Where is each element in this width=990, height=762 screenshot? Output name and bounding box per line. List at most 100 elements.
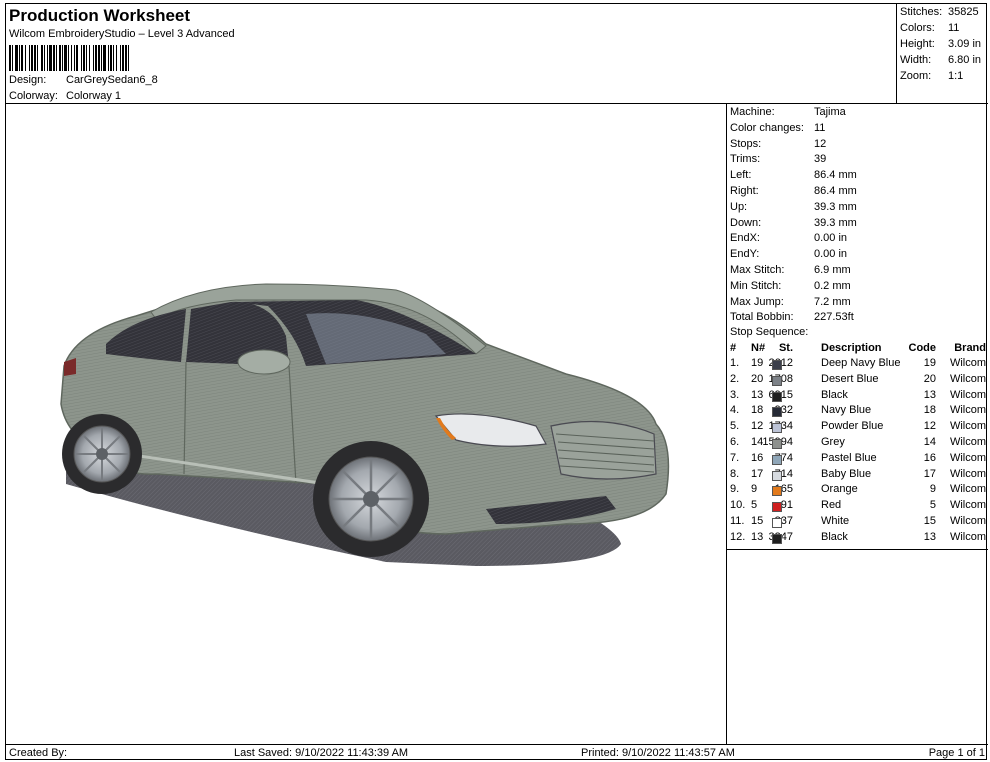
stop-row: 4. 18 932 Navy Blue 18 Wilcom bbox=[727, 404, 988, 420]
stop-needle: 15 bbox=[751, 514, 764, 527]
stop-description: Deep Navy Blue bbox=[821, 357, 901, 369]
stop-needle: 16 bbox=[751, 451, 764, 464]
machine-label: Total Bobbin: bbox=[730, 311, 794, 324]
stop-sequence-header: # N# St. Description Code Brand bbox=[727, 342, 988, 357]
stop-code: 13 bbox=[923, 388, 936, 401]
machine-value: 0.00 in bbox=[814, 232, 848, 245]
car-embroidery-image bbox=[60, 283, 670, 566]
stat-label: Width: bbox=[900, 54, 932, 66]
machine-row: Down: 39.3 mm bbox=[730, 217, 857, 229]
stop-needle: 14 bbox=[751, 435, 764, 448]
stop-row: 3.136915Black13Wilcom bbox=[727, 389, 988, 405]
stop-index: 7. bbox=[730, 451, 740, 464]
machine-row: EndX: 0.00 in bbox=[730, 232, 847, 244]
color-swatch bbox=[772, 438, 782, 449]
stop-code: 16 bbox=[923, 451, 936, 464]
machine-label: Trims: bbox=[730, 153, 761, 166]
stop-row: 7. 16 774 Pastel Blue 16 Wilcom bbox=[727, 452, 988, 468]
stat-label: Stitches: bbox=[900, 6, 943, 18]
stop-needle: 5 bbox=[751, 499, 758, 512]
machine-label: Left: bbox=[730, 169, 752, 182]
machine-row: Max Jump: 7.2 mm bbox=[730, 296, 851, 308]
stop-row: 1.192612Deep Navy Blue19Wilcom bbox=[727, 357, 988, 373]
machine-value: 6.9 mm bbox=[814, 264, 851, 276]
machine-label: Right: bbox=[730, 185, 759, 197]
stop-index: 6. bbox=[730, 435, 740, 448]
color-swatch bbox=[772, 502, 782, 513]
stop-row: 2.201708Desert Blue20Wilcom bbox=[727, 373, 988, 389]
color-swatch bbox=[772, 375, 782, 386]
stop-brand: Wilcom bbox=[949, 530, 986, 543]
stop-code: 20 bbox=[923, 372, 936, 385]
stop-index: 5. bbox=[730, 420, 740, 433]
stop-row: 12.133347Black13Wilcom bbox=[727, 531, 988, 547]
stat-colors: Colors: 11 bbox=[900, 22, 988, 34]
machine-row: EndY: 0.00 in bbox=[730, 248, 847, 260]
stop-row: 8. 17 714 Baby Blue 17 Wilcom bbox=[727, 468, 988, 484]
stop-brand: Wilcom bbox=[949, 357, 986, 369]
color-swatch bbox=[772, 391, 782, 402]
design-label: Design: bbox=[9, 74, 47, 86]
stats-box: Stitches: 35825 Colors: 11 Height: 3.09 in … bbox=[896, 4, 988, 104]
design-value: CarGreySedan6_8 bbox=[66, 74, 158, 86]
stat-stitches: Stitches: 35825 bbox=[900, 6, 988, 18]
machine-value: 0.00 in bbox=[814, 248, 848, 261]
stop-sequence-title: Stop Sequence: bbox=[730, 326, 809, 338]
stop-sequence-table: 1.192612Deep Navy Blue19Wilcom2.201708De… bbox=[727, 357, 988, 550]
page-number: Page 1 of 1 bbox=[928, 747, 985, 759]
stat-value: 1:1 bbox=[948, 70, 964, 82]
stop-index: 8. bbox=[730, 467, 740, 480]
barcode bbox=[9, 45, 224, 71]
stop-brand: Wilcom bbox=[949, 483, 986, 496]
color-swatch bbox=[772, 486, 782, 497]
stop-code: 12 bbox=[923, 420, 936, 433]
stop-needle: 17 bbox=[751, 467, 764, 480]
stop-needle: 13 bbox=[751, 388, 764, 401]
stop-description: Pastel Blue bbox=[821, 451, 877, 464]
stop-code: 18 bbox=[923, 404, 936, 417]
created-by: Created By: bbox=[9, 747, 68, 759]
stop-index: 9. bbox=[730, 483, 740, 496]
stat-value: 6.80 in bbox=[948, 54, 982, 66]
machine-row: Right: 86.4 mm bbox=[730, 185, 857, 197]
stop-brand: Wilcom bbox=[949, 404, 986, 417]
design-row: Design: CarGreySedan6_8 bbox=[9, 74, 158, 86]
barcode-bar bbox=[129, 45, 131, 71]
machine-label: EndX: bbox=[730, 232, 760, 245]
stop-description: Baby Blue bbox=[821, 467, 872, 480]
stat-height: Height: 3.09 in bbox=[900, 38, 988, 50]
machine-row: Total Bobbin: 227.53ft bbox=[730, 311, 854, 323]
stop-code: 9 bbox=[929, 483, 936, 496]
last-saved: Last Saved: 9/10/2022 11:43:39 AM bbox=[234, 747, 409, 759]
machine-label: Machine: bbox=[730, 106, 775, 118]
col-needle: N# bbox=[751, 342, 766, 354]
stop-index: 12. bbox=[730, 530, 746, 543]
colorway-row: Colorway: Colorway 1 bbox=[9, 90, 121, 102]
stat-zoom: Zoom: 1:1 bbox=[900, 70, 988, 82]
stop-row: 11. 15 837 White 15 Wilcom bbox=[727, 515, 988, 531]
rear-hub bbox=[96, 448, 108, 460]
stop-description: Red bbox=[821, 499, 842, 512]
machine-row: Machine: Tajima bbox=[730, 106, 846, 118]
stop-description: Grey bbox=[821, 435, 845, 448]
machine-row: Stops: 12 bbox=[730, 138, 826, 150]
header: Production Worksheet Wilcom EmbroiderySt… bbox=[6, 4, 896, 104]
machine-row: Left: 86.4 mm bbox=[730, 169, 857, 181]
worksheet: Production Worksheet Wilcom EmbroiderySt… bbox=[5, 3, 988, 760]
stat-label: Height: bbox=[900, 38, 935, 50]
stop-stitches: 91 bbox=[780, 499, 793, 512]
stop-needle: 18 bbox=[751, 404, 764, 417]
machine-value: 86.4 mm bbox=[814, 185, 857, 197]
stop-brand: Wilcom bbox=[949, 451, 986, 464]
machine-label: EndY: bbox=[730, 248, 760, 261]
stop-code: 19 bbox=[923, 357, 936, 369]
col-description: Description bbox=[821, 342, 882, 354]
stop-code: 5 bbox=[929, 499, 936, 512]
stop-code: 13 bbox=[923, 530, 936, 543]
stop-needle: 13 bbox=[751, 530, 764, 543]
stop-description: Navy Blue bbox=[821, 404, 872, 417]
col-stitches: St. bbox=[778, 342, 793, 354]
machine-value: 0.2 mm bbox=[814, 279, 851, 292]
printed-date: Printed: 9/10/2022 11:43:57 AM bbox=[581, 747, 735, 759]
machine-label: Down: bbox=[730, 216, 762, 229]
